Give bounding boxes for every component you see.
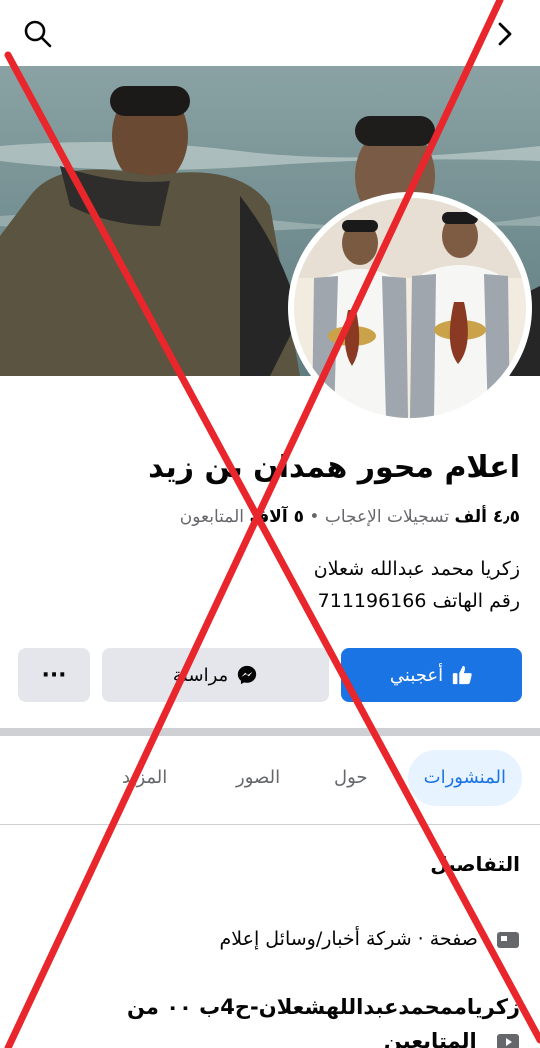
section-divider xyxy=(0,728,540,736)
detail-category-text: صفحة · شركة أخبار/وسائل إعلام xyxy=(219,928,478,950)
chevron-right-icon[interactable] xyxy=(492,18,518,50)
bio-line-phone: رقم الهاتف 711196166 xyxy=(317,590,520,612)
bio-line-name: زكريا محمد عبدالله شعلان xyxy=(313,558,520,580)
search-icon[interactable] xyxy=(22,18,54,50)
details-heading: التفاصيل xyxy=(430,852,520,876)
message-label: مراسلة xyxy=(172,664,229,686)
tab-more[interactable]: المزيد xyxy=(122,750,167,806)
detail-followers-line2-wrap: المتابعين xyxy=(20,1024,520,1048)
followers-label: المتابعون xyxy=(179,507,245,527)
page-flag-icon xyxy=(497,931,519,948)
stats-separator: • xyxy=(309,507,320,527)
page-tabs: المنشورات حول الصور المزيد xyxy=(0,750,540,806)
message-button[interactable]: مراسلة xyxy=(102,648,329,702)
profile-picture[interactable] xyxy=(288,192,532,424)
tab-photos[interactable]: الصور xyxy=(236,750,280,806)
likes-count: ٤٫٥ ألف xyxy=(454,507,520,527)
like-label: أعجبني xyxy=(389,664,444,686)
followers-icon xyxy=(497,1034,519,1048)
page-stats[interactable]: ٤٫٥ ألف تسجيلات الإعجاب • ٥ آلاف المتابع… xyxy=(20,507,520,527)
more-options-button[interactable]: ··· xyxy=(18,648,90,702)
like-button[interactable]: أعجبني xyxy=(341,648,522,702)
detail-followers-line2: المتابعين xyxy=(383,1029,477,1048)
detail-category: صفحة · شركة أخبار/وسائل إعلام xyxy=(20,928,520,950)
page-bio: زكريا محمد عبدالله شعلان رقم الهاتف 7111… xyxy=(20,553,520,617)
tab-posts[interactable]: المنشورات xyxy=(407,750,522,806)
detail-followers: زكرياممحمدعبداللهشعلان-ح4ب ٠٠ من المتابع… xyxy=(20,990,520,1048)
detail-followers-line1: زكرياممحمدعبداللهشعلان-ح4ب ٠٠ من xyxy=(127,995,520,1019)
messenger-icon xyxy=(237,665,257,685)
thumbs-up-icon xyxy=(452,665,472,685)
page-title: اعلام محور همدان بن زيد xyxy=(148,450,520,485)
likes-label: تسجيلات الإعجاب xyxy=(324,507,450,527)
top-bar xyxy=(0,0,540,66)
tab-about[interactable]: حول xyxy=(334,750,368,806)
followers-count: ٥ آلاف xyxy=(249,507,304,527)
tabs-divider xyxy=(0,824,540,825)
